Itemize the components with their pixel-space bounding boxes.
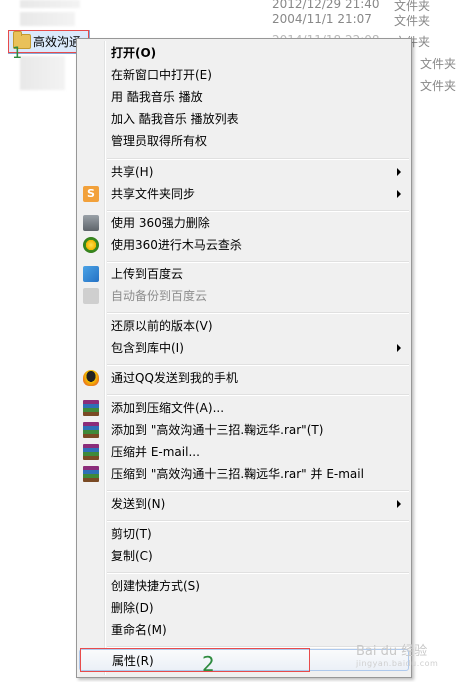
- annotation-number-step1: 1: [12, 43, 23, 62]
- menu-item-label: 上传到百度云: [111, 267, 184, 281]
- annotation-box-step2: [80, 648, 310, 672]
- menu-item-label: 加入 酷我音乐 播放列表: [111, 112, 239, 126]
- menu-item-label: 删除(D): [111, 601, 154, 615]
- menu-item-take-ownership[interactable]: 管理员取得所有权: [79, 130, 409, 152]
- annotation-number-step2: 2: [202, 652, 215, 676]
- menu-item-create-shortcut[interactable]: 创建快捷方式(S): [79, 575, 409, 597]
- menu-item-include-library[interactable]: 包含到库中(I): [79, 337, 409, 359]
- menu-separator: [107, 394, 409, 396]
- menu-item-share[interactable]: 共享(H): [79, 161, 409, 183]
- menu-item-label: 使用 360强力删除: [111, 216, 210, 230]
- menu-item-label: 发送到(N): [111, 497, 166, 511]
- submenu-arrow-icon: [397, 344, 401, 352]
- menu-item-label: 创建快捷方式(S): [111, 579, 200, 593]
- menu-item-add-to-rar[interactable]: 添加到 "高效沟通十三招.鞠远华.rar"(T): [79, 419, 409, 441]
- watermark-subtext: jingyan.baidu.com: [356, 659, 439, 668]
- menu-item-rename[interactable]: 重命名(M): [79, 619, 409, 641]
- menu-item-backup-baidu: 自动备份到百度云: [79, 285, 409, 307]
- menu-item-label: 重命名(M): [111, 623, 167, 637]
- submenu-arrow-icon: [397, 190, 401, 198]
- menu-item-label: 压缩到 "高效沟通十三招.鞠远华.rar" 并 E-mail: [111, 467, 364, 481]
- menu-item-add-archive[interactable]: 添加到压缩文件(A)...: [79, 397, 409, 419]
- menu-item-compress-rar-email[interactable]: 压缩到 "高效沟通十三招.鞠远华.rar" 并 E-mail: [79, 463, 409, 485]
- menu-item-label: 共享文件夹同步: [111, 187, 196, 201]
- menu-item-send-to[interactable]: 发送到(N): [79, 493, 409, 515]
- menu-item-label: 还原以前的版本(V): [111, 319, 213, 333]
- menu-item-delete[interactable]: 删除(D): [79, 597, 409, 619]
- menu-item-copy[interactable]: 复制(C): [79, 545, 409, 567]
- 360-scan-icon: [83, 237, 99, 253]
- menu-item-qq-send[interactable]: 通过QQ发送到我的手机: [79, 367, 409, 389]
- file-row[interactable]: 2004/11/1 21:07 文件夹: [0, 9, 476, 31]
- winrar-icon: [83, 422, 99, 438]
- submenu-arrow-icon: [397, 168, 401, 176]
- context-menu: 打开(O) 在新窗口中打开(E) 用 酷我音乐 播放 加入 酷我音乐 播放列表 …: [76, 38, 412, 678]
- menu-item-360-scan[interactable]: 使用360进行木马云查杀: [79, 234, 409, 256]
- file-type: 文件夹: [420, 57, 457, 71]
- file-type: 文件夹: [394, 14, 431, 28]
- file-date: 2004/11/1 21:07: [272, 12, 372, 26]
- menu-item-label: 用 酷我音乐 播放: [111, 90, 203, 104]
- menu-item-label: 打开(O): [111, 46, 157, 60]
- menu-item-label: 共享(H): [111, 165, 154, 179]
- baidu-cloud-disabled-icon: [83, 288, 99, 304]
- menu-item-label: 管理员取得所有权: [111, 134, 208, 148]
- winrar-icon: [83, 444, 99, 460]
- menu-item-compress-email[interactable]: 压缩并 E-mail...: [79, 441, 409, 463]
- menu-item-label: 添加到压缩文件(A)...: [111, 401, 225, 415]
- winrar-icon: [83, 466, 99, 482]
- menu-separator: [107, 312, 409, 314]
- file-type: 文件夹: [420, 79, 457, 93]
- menu-item-label: 添加到 "高效沟通十三招.鞠远华.rar"(T): [111, 423, 324, 437]
- menu-separator: [107, 520, 409, 522]
- menu-item-label: 包含到库中(I): [111, 341, 184, 355]
- shredder-icon: [83, 215, 99, 231]
- menu-item-open-new-window[interactable]: 在新窗口中打开(E): [79, 64, 409, 86]
- sync-s-icon: [83, 183, 99, 205]
- menu-item-upload-baidu[interactable]: 上传到百度云: [79, 263, 409, 285]
- baidu-jingyan-watermark: Bai du 经验 jingyan.baidu.com: [356, 640, 438, 668]
- menu-item-restore-versions[interactable]: 还原以前的版本(V): [79, 315, 409, 337]
- baidu-cloud-icon: [83, 266, 99, 282]
- menu-separator: [107, 490, 409, 492]
- menu-item-360-shred[interactable]: 使用 360强力删除: [79, 212, 409, 234]
- watermark-text: Bai du 经验: [356, 644, 428, 659]
- menu-item-open[interactable]: 打开(O): [79, 42, 409, 64]
- menu-item-label: 剪切(T): [111, 527, 152, 541]
- menu-item-share-sync[interactable]: 共享文件夹同步: [79, 183, 409, 205]
- menu-separator: [107, 158, 409, 160]
- menu-item-label: 压缩并 E-mail...: [111, 445, 200, 459]
- menu-item-kuwo-playlist[interactable]: 加入 酷我音乐 播放列表: [79, 108, 409, 130]
- menu-item-cut[interactable]: 剪切(T): [79, 523, 409, 545]
- menu-separator: [107, 364, 409, 366]
- winrar-icon: [83, 400, 99, 416]
- qq-icon: [83, 370, 99, 386]
- menu-item-label: 在新窗口中打开(E): [111, 68, 212, 82]
- menu-separator: [107, 572, 409, 574]
- submenu-arrow-icon: [397, 500, 401, 508]
- menu-item-label: 通过QQ发送到我的手机: [111, 371, 238, 385]
- menu-item-label: 使用360进行木马云查杀: [111, 238, 242, 252]
- menu-item-label: 复制(C): [111, 549, 153, 563]
- menu-item-label: 自动备份到百度云: [111, 289, 208, 303]
- menu-item-kuwo-play[interactable]: 用 酷我音乐 播放: [79, 86, 409, 108]
